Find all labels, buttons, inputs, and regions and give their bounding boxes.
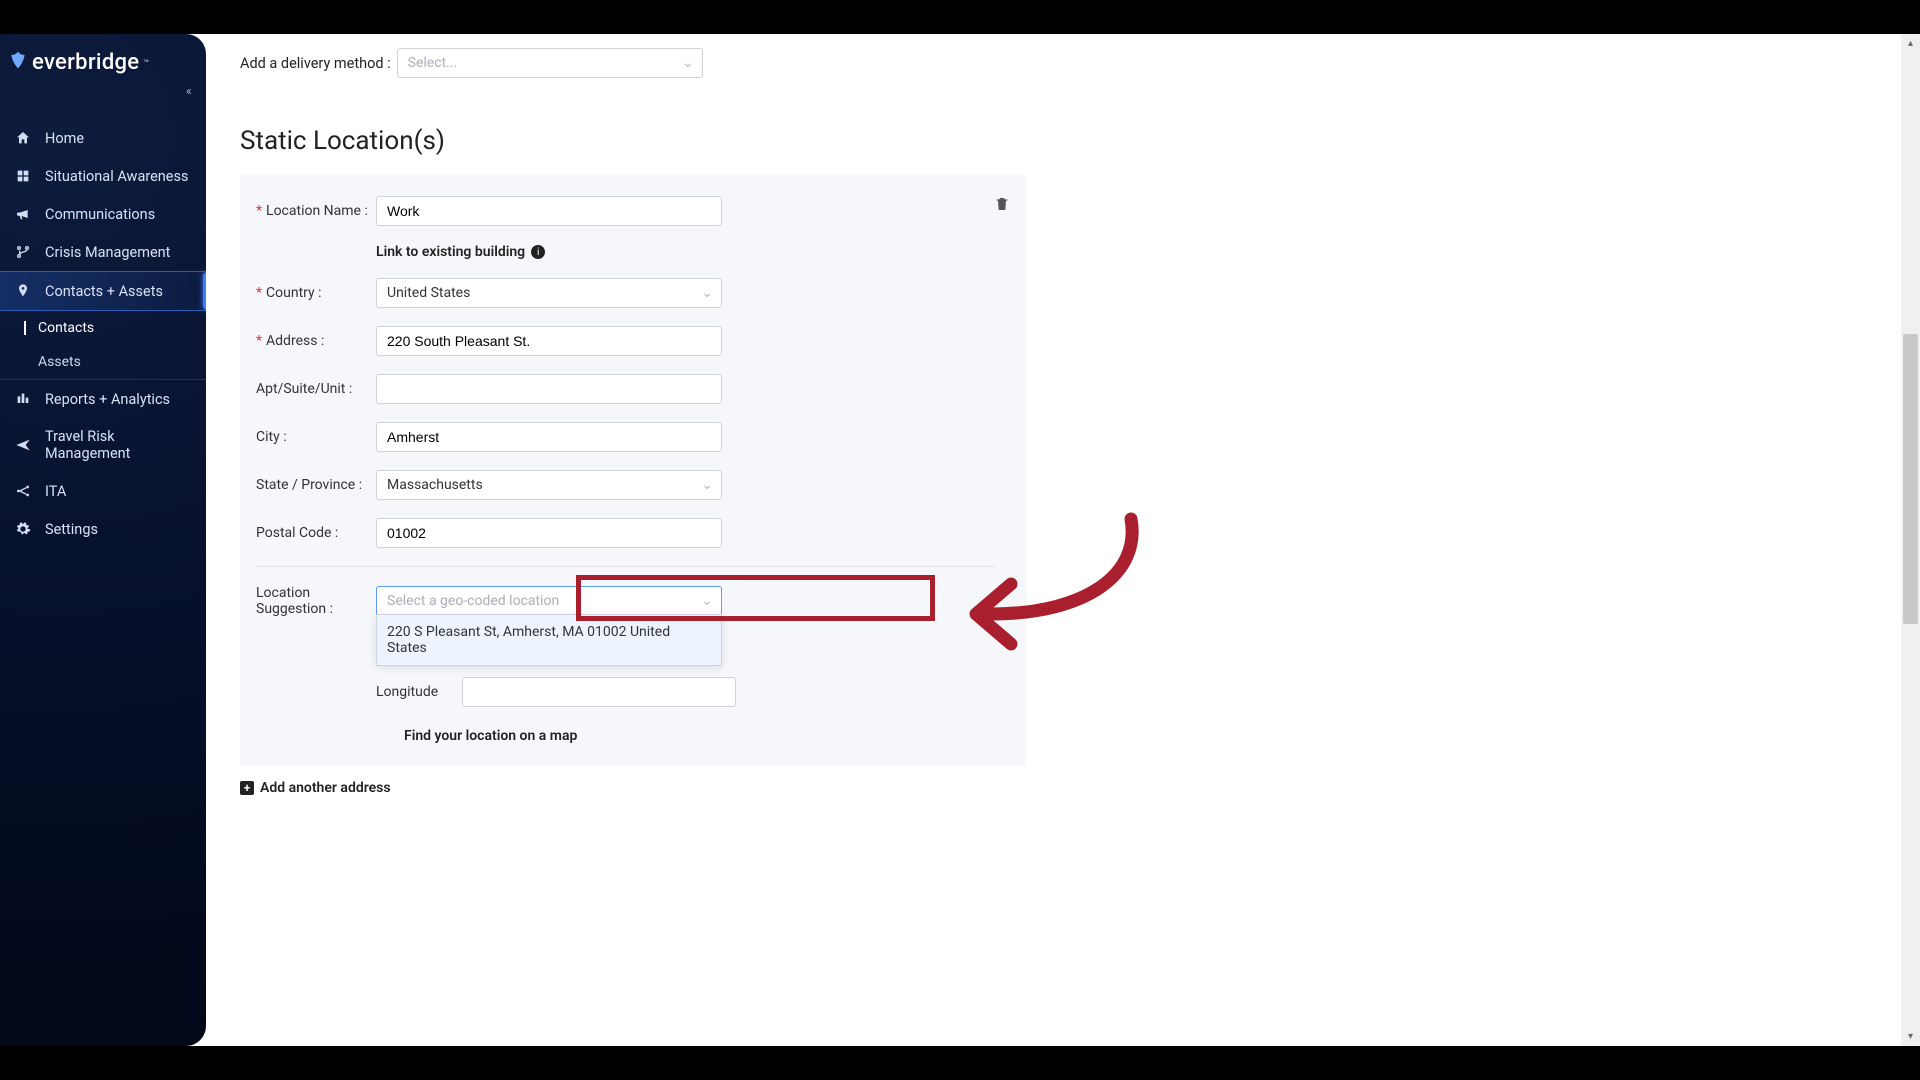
- sidebar-item-ita[interactable]: ITA: [0, 472, 206, 510]
- main-content: Add a delivery method : Select... ⌄ Stat…: [206, 34, 1920, 1046]
- location-suggestion-select[interactable]: Select a geo-coded location ⌄: [376, 586, 722, 616]
- brand-logo: everbridge ™: [0, 44, 206, 89]
- state-label: State / Province :: [256, 477, 376, 493]
- sidebar-nav: Home Situational Awareness Communication…: [0, 119, 206, 548]
- indicator-spacer: [24, 355, 26, 369]
- sidebar: everbridge ™ « Home Situational Awarenes…: [0, 34, 206, 1046]
- chevron-down-icon: ⌄: [701, 285, 713, 301]
- sidebar-subitem-label: Contacts: [38, 320, 94, 336]
- section-title: Static Location(s): [240, 126, 1026, 156]
- plane-icon: [14, 436, 32, 454]
- sidebar-item-label: Travel Risk Management: [45, 428, 194, 462]
- location-name-input[interactable]: [376, 196, 722, 226]
- megaphone-icon: [14, 205, 32, 223]
- chevron-down-icon: ⌄: [682, 55, 694, 71]
- city-input[interactable]: [376, 422, 722, 452]
- postal-label: Postal Code :: [256, 525, 376, 541]
- sidebar-subnav: Contacts Assets: [0, 311, 206, 380]
- location-panel: *Location Name : Link to existing buildi…: [240, 174, 1026, 766]
- longitude-input[interactable]: [462, 677, 736, 707]
- postal-input[interactable]: [376, 518, 722, 548]
- state-select[interactable]: Massachusetts ⌄: [376, 470, 722, 500]
- sidebar-collapse-button[interactable]: «: [186, 84, 204, 102]
- country-select[interactable]: United States ⌄: [376, 278, 722, 308]
- longitude-label: Longitude: [376, 684, 444, 700]
- sidebar-item-label: Home: [45, 130, 84, 147]
- chevron-down-icon: ⌄: [701, 593, 713, 609]
- sidebar-item-contacts-assets[interactable]: Contacts + Assets: [0, 271, 206, 311]
- sidebar-item-crisis-management[interactable]: Crisis Management: [0, 233, 206, 271]
- scroll-down-icon[interactable]: ▾: [1901, 1027, 1920, 1046]
- sidebar-item-situational-awareness[interactable]: Situational Awareness: [0, 157, 206, 195]
- delete-location-button[interactable]: [994, 196, 1010, 216]
- apt-label: Apt/Suite/Unit :: [256, 381, 376, 397]
- sidebar-subitem-assets[interactable]: Assets: [0, 345, 206, 379]
- sidebar-item-home[interactable]: Home: [0, 119, 206, 157]
- sidebar-item-reports-analytics[interactable]: Reports + Analytics: [0, 380, 206, 418]
- awareness-icon: [14, 167, 32, 185]
- sidebar-item-label: Crisis Management: [45, 244, 170, 261]
- state-value: Massachusetts: [387, 477, 483, 493]
- add-address-button[interactable]: + Add another address: [240, 780, 1026, 796]
- add-address-label: Add another address: [260, 780, 391, 796]
- chevron-down-icon: ⌄: [701, 477, 713, 493]
- brand-name: everbridge: [32, 50, 139, 75]
- sidebar-item-label: Reports + Analytics: [45, 391, 170, 408]
- info-icon[interactable]: i: [531, 245, 545, 259]
- city-label: City :: [256, 429, 376, 445]
- brand-mark-icon: [8, 50, 28, 75]
- scroll-up-icon[interactable]: ▴: [1901, 34, 1920, 53]
- scrollbar-thumb[interactable]: [1903, 334, 1918, 624]
- delivery-method-placeholder: Select...: [408, 55, 458, 71]
- country-value: United States: [387, 285, 470, 301]
- sidebar-item-settings[interactable]: Settings: [0, 510, 206, 548]
- suggestion-option[interactable]: 220 S Pleasant St, Amherst, MA 01002 Uni…: [377, 615, 721, 665]
- location-name-label: *Location Name :: [256, 203, 376, 219]
- address-label: *Address :: [256, 333, 376, 349]
- branch-icon: [14, 243, 32, 261]
- find-location-link[interactable]: Find your location on a map: [404, 728, 577, 744]
- link-building-text: Link to existing building: [376, 244, 525, 260]
- sidebar-item-travel-risk[interactable]: Travel Risk Management: [0, 418, 206, 472]
- scrollbar[interactable]: ▴ ▾: [1901, 34, 1920, 1046]
- home-icon: [14, 129, 32, 147]
- address-input[interactable]: [376, 326, 722, 356]
- trademark-icon: ™: [143, 59, 149, 69]
- sidebar-item-communications[interactable]: Communications: [0, 195, 206, 233]
- sidebar-item-label: Contacts + Assets: [45, 283, 163, 300]
- gear-icon: [14, 520, 32, 538]
- sidebar-item-label: ITA: [45, 483, 66, 500]
- delivery-method-select[interactable]: Select... ⌄: [397, 48, 703, 78]
- sidebar-item-label: Settings: [45, 521, 98, 538]
- suggestion-placeholder: Select a geo-coded location: [387, 593, 559, 609]
- sidebar-subitem-label: Assets: [38, 354, 81, 370]
- apt-input[interactable]: [376, 374, 722, 404]
- active-indicator-icon: [24, 321, 26, 335]
- chart-icon: [14, 390, 32, 408]
- plus-icon: +: [240, 781, 254, 795]
- sidebar-subitem-contacts[interactable]: Contacts: [0, 311, 206, 345]
- sidebar-item-label: Communications: [45, 206, 155, 223]
- suggestion-label: Location Suggestion :: [256, 585, 376, 617]
- pin-icon: [14, 282, 32, 300]
- sidebar-item-label: Situational Awareness: [45, 168, 188, 185]
- delivery-method-label: Add a delivery method :: [240, 55, 391, 72]
- network-icon: [14, 482, 32, 500]
- suggestion-dropdown-list: 220 S Pleasant St, Amherst, MA 01002 Uni…: [376, 614, 722, 666]
- country-label: *Country :: [256, 285, 376, 301]
